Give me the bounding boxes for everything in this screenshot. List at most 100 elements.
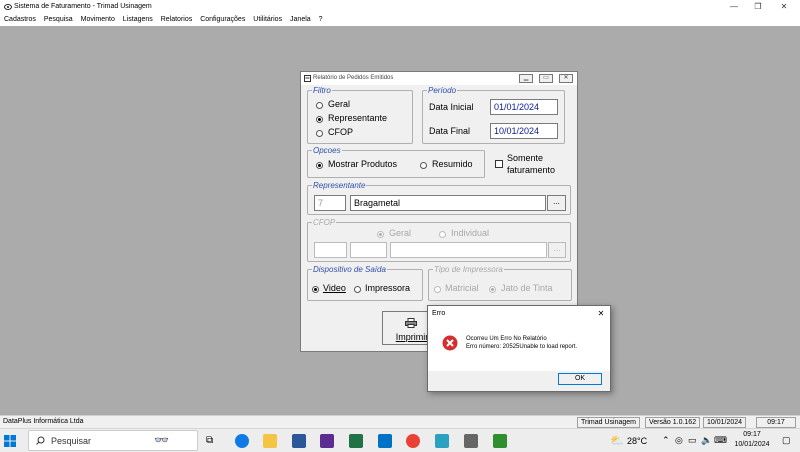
weather-icon[interactable]: ⛅	[610, 434, 624, 447]
filtro-cfop-radio[interactable]	[316, 130, 323, 137]
somente-label: Somente	[507, 153, 544, 163]
data-final-input[interactable]: 10/01/2024	[490, 123, 558, 139]
filtro-representante-label: Representante	[328, 113, 388, 123]
data-inicial-input[interactable]: 01/01/2024	[490, 99, 558, 115]
matricial-radio[interactable]	[434, 286, 441, 293]
mostrar-produtos-radio[interactable]	[316, 162, 323, 169]
search-icon	[36, 436, 45, 445]
jato-de-tinta-label: Jato de Tinta	[501, 283, 553, 293]
menu-relatorios[interactable]: Relatorios	[161, 16, 193, 23]
network-icon[interactable]: ▭	[688, 435, 697, 446]
error-icon	[442, 335, 458, 351]
printer-icon	[405, 318, 417, 328]
error-close-button[interactable]: ✕	[594, 306, 608, 321]
close-button[interactable]: ✕	[772, 0, 796, 14]
menu-utilitarios[interactable]: Utilitários	[253, 16, 282, 23]
filtro-geral-radio[interactable]	[316, 102, 323, 109]
chrome-icon[interactable]	[406, 434, 420, 448]
dispositivo-legend: Dispositivo de Saída	[313, 265, 386, 274]
report-icon	[304, 75, 311, 82]
clock-date[interactable]: 10/01/2024	[730, 441, 774, 448]
app-title: Sistema de Faturamento - Trimad Usinagem	[14, 3, 152, 10]
filtro-representante-radio[interactable]	[316, 116, 323, 123]
error-message-line2: Erro número: 20525Unable to load report.	[466, 344, 578, 350]
temperature: 28°C	[627, 436, 648, 446]
faturamento-app-icon[interactable]	[464, 434, 478, 448]
keyboard-icon[interactable]: ⌨	[714, 435, 727, 446]
dialog-maximize-button[interactable]: ▭	[539, 74, 553, 83]
status-client: Trimad Usinagem	[577, 417, 640, 428]
representante-name-input[interactable]: Bragametal	[350, 195, 546, 211]
filtro-cfop-label: CFOP	[328, 127, 354, 137]
status-date: 10/01/2024	[703, 417, 747, 428]
store-icon[interactable]	[320, 434, 334, 448]
windows-start-icon[interactable]	[4, 435, 16, 447]
status-company: DataPlus Informática Ltda	[3, 418, 84, 425]
menu-janela[interactable]: Janela	[290, 16, 311, 23]
resumido-radio[interactable]	[420, 162, 427, 169]
menu-pesquisa[interactable]: Pesquisa	[44, 16, 73, 23]
representante-legend: Representante	[313, 181, 366, 190]
file-explorer-icon[interactable]	[263, 434, 277, 448]
outlook-icon[interactable]	[378, 434, 392, 448]
menu-listagens[interactable]: Listagens	[123, 16, 153, 23]
cfop-description-input[interactable]	[390, 242, 547, 258]
error-dialog-titlebar: Erro ✕	[428, 306, 610, 321]
notification-icon[interactable]: ▢	[782, 435, 791, 446]
app-titlebar: Sistema de Faturamento - Trimad Usinagem…	[0, 0, 800, 14]
impressora-label: Impressora	[365, 283, 411, 293]
clock-time[interactable]: 09:17	[730, 431, 774, 438]
resumido-label: Resumido	[432, 159, 473, 169]
report-dialog-title: Relatório de Pedidos Emitidos	[313, 75, 394, 81]
excel-icon[interactable]	[349, 434, 363, 448]
periodo-legend: Período	[428, 86, 457, 95]
somente-faturamento-checkbox[interactable]	[495, 160, 503, 168]
cfop-field-1[interactable]	[314, 242, 347, 258]
word-icon[interactable]	[292, 434, 306, 448]
chevron-up-icon[interactable]: ⌃	[662, 435, 670, 446]
error-dialog-title: Erro	[432, 310, 446, 317]
menu-help[interactable]: ?	[319, 16, 323, 23]
edge-icon[interactable]	[235, 434, 249, 448]
search-highlight-icon: 👓	[154, 433, 169, 447]
representante-code-input[interactable]: 7	[314, 195, 346, 211]
menu-movimento[interactable]: Movimento	[81, 16, 115, 23]
error-ok-button[interactable]: OK	[558, 373, 602, 385]
data-final-label: Data Final	[429, 126, 471, 136]
impressora-radio[interactable]	[354, 286, 361, 293]
dialog-close-button[interactable]: ✕	[559, 74, 573, 83]
error-message-line1: Ocorreu Um Erro No Relatório	[466, 336, 547, 342]
cfop-geral-radio[interactable]	[377, 231, 384, 238]
taskbar-search-box[interactable]: Pesquisar 👓	[28, 430, 198, 451]
volume-icon[interactable]: 🔈	[701, 435, 712, 446]
representante-browse-button[interactable]: ...	[547, 195, 566, 211]
menu-cadastros[interactable]: Cadastros	[4, 16, 36, 23]
cfop-individual-radio[interactable]	[439, 231, 446, 238]
error-dialog: Erro ✕ Ocorreu Um Erro No Relatório Erro…	[427, 305, 611, 392]
mostrar-produtos-label: Mostrar Produtos	[328, 159, 398, 169]
menu-bar: Cadastros Pesquisa Movimento Listagens R…	[0, 14, 800, 26]
cfop-browse-button[interactable]: ...	[548, 242, 566, 258]
filtro-geral-label: Geral	[328, 99, 351, 109]
maximize-button[interactable]: ❐	[746, 0, 770, 14]
tipo-impressora-legend: Tipo de Impressora	[434, 265, 503, 274]
minimize-button[interactable]: —	[722, 0, 746, 14]
search-placeholder: Pesquisar	[51, 436, 92, 446]
data-inicial-label: Data Inicial	[429, 102, 474, 112]
task-view-icon[interactable]: ⧉	[206, 435, 213, 446]
cfop-field-2[interactable]	[350, 242, 387, 258]
taskbar: Pesquisar 👓 ⧉ ⛅ 28°C ⌃ ◎ ▭ 🔈 ⌨ 09:17 10/…	[0, 428, 800, 452]
cfop-legend: CFOP	[313, 218, 336, 227]
report-dialog-titlebar: Relatório de Pedidos Emitidos ▁ ▭ ✕	[301, 72, 577, 85]
menu-configuracoes[interactable]: Configurações	[200, 16, 245, 23]
dialog-minimize-button[interactable]: ▁	[519, 74, 533, 83]
settings-tray-icon[interactable]: ◎	[675, 435, 683, 446]
app-icon	[4, 4, 12, 10]
matricial-label: Matricial	[445, 283, 479, 293]
video-radio[interactable]	[312, 286, 319, 293]
opcoes-legend: Opcoes	[313, 146, 341, 155]
app-icon-green[interactable]	[493, 434, 507, 448]
status-bar: DataPlus Informática Ltda Trimad Usinage…	[0, 415, 800, 428]
remote-desktop-icon[interactable]	[435, 434, 449, 448]
jato-de-tinta-radio[interactable]	[489, 286, 496, 293]
